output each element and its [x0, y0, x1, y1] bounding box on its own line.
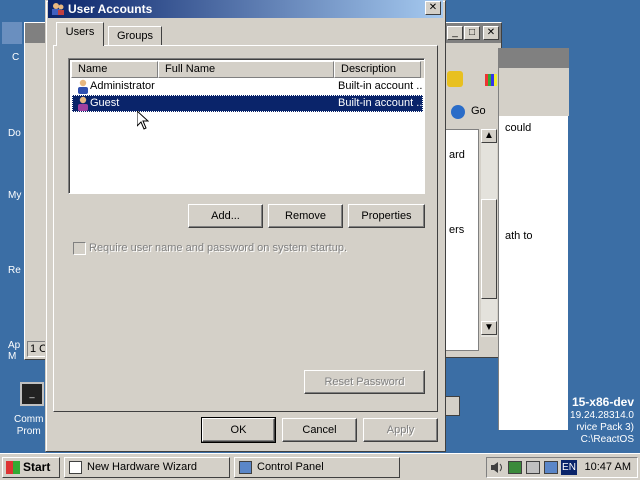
close-icon: ✕: [428, 2, 438, 13]
cell-description: Built-in account ...: [338, 80, 422, 92]
scroll-thumb[interactable]: [481, 199, 497, 299]
system-tray: EN 10:47 AM: [486, 457, 638, 478]
column-label: Full Name: [165, 63, 216, 75]
dialog-titlebar[interactable]: User Accounts ✕: [48, 0, 443, 18]
text-line: ath to: [505, 230, 533, 242]
taskbar-item-new-hardware-wizard[interactable]: New Hardware Wizard: [64, 457, 230, 478]
tab-label: Groups: [116, 30, 154, 42]
command-prompt-icon[interactable]: _: [20, 382, 44, 406]
up-folder-icon[interactable]: [447, 71, 463, 87]
column-label: Description: [341, 63, 397, 75]
cell-description: Built-in account ...: [338, 97, 422, 109]
desktop-icon-label: Comm Prom: [14, 414, 44, 437]
go-button[interactable]: Go: [449, 103, 497, 121]
scroll-down-button[interactable]: ▼: [481, 321, 497, 335]
toolbar-strip: [499, 68, 569, 116]
column-header-name[interactable]: Name: [71, 61, 158, 78]
go-arrow-icon: [451, 105, 465, 119]
background-document-window[interactable]: could ard ers ath to: [449, 48, 569, 430]
build-info-line: 19.24.28314.0: [570, 410, 634, 421]
column-label: Name: [78, 63, 108, 75]
reset-password-button[interactable]: Reset Password: [304, 370, 425, 394]
vertical-scrollbar[interactable]: ▲ ▼: [481, 129, 497, 337]
background-window-right[interactable]: _ □ ✕ Go ▲ ▼: [440, 22, 502, 358]
go-label: Go: [471, 105, 486, 117]
maximize-button[interactable]: □: [464, 26, 480, 40]
cell-name: Guest: [90, 97, 120, 109]
display-icon[interactable]: [544, 461, 558, 474]
guest-user-icon: [76, 96, 90, 111]
require-login-checkbox[interactable]: [73, 242, 86, 255]
column-header-full-name[interactable]: Full Name: [158, 61, 334, 78]
header-filler: [421, 61, 424, 78]
background-window-titlebar: [499, 48, 569, 68]
control-panel-icon: [239, 461, 252, 474]
close-button[interactable]: ✕: [425, 1, 441, 15]
tab-users[interactable]: Users: [56, 22, 104, 46]
desktop-icon-label: My: [8, 190, 22, 201]
scroll-up-button[interactable]: ▲: [481, 129, 497, 143]
cancel-button[interactable]: Cancel: [282, 418, 357, 442]
content-pane: [445, 129, 479, 351]
users-icon: [51, 2, 65, 16]
taskbar-item-label: New Hardware Wizard: [87, 461, 198, 473]
add-user-button[interactable]: Add...: [188, 204, 263, 228]
network-icon[interactable]: [508, 461, 522, 474]
properties-button[interactable]: Properties: [348, 204, 425, 228]
text-line: ers: [449, 224, 465, 236]
tab-label: Users: [65, 26, 95, 38]
tab-groups[interactable]: Groups: [108, 26, 162, 45]
mouse-cursor-icon: [136, 109, 150, 131]
apply-button[interactable]: Apply: [363, 418, 438, 442]
taskbar-item-control-panel[interactable]: Control Panel: [234, 457, 400, 478]
taskbar-item-label: Control Panel: [257, 461, 324, 473]
desktop-icon-label: C: [12, 52, 20, 63]
cell-name: Administrator: [90, 80, 155, 92]
users-list[interactable]: Name Full Name Description Administrator…: [68, 58, 425, 194]
build-info-line: C:\ReactOS: [580, 434, 634, 445]
require-login-label: Require user name and password on system…: [89, 242, 348, 254]
language-indicator[interactable]: EN: [561, 460, 577, 475]
minimize-button[interactable]: _: [447, 26, 463, 40]
start-button[interactable]: Start: [2, 457, 60, 478]
close-button[interactable]: ✕: [483, 26, 499, 40]
ok-button[interactable]: OK: [201, 417, 276, 443]
user-icon: [76, 79, 90, 94]
table-row-selected[interactable]: Guest Built-in account ...: [72, 95, 423, 112]
desktop-icon[interactable]: [2, 22, 22, 44]
build-info-line: rvice Pack 3): [576, 422, 634, 433]
text-line: ard: [449, 149, 465, 161]
clock[interactable]: 10:47 AM: [585, 460, 631, 475]
volume-icon[interactable]: [490, 461, 504, 474]
build-info-line: 15-x86-dev: [571, 395, 634, 409]
desktop-icon-label: Do: [8, 128, 21, 139]
column-header-description[interactable]: Description: [334, 61, 421, 78]
start-logo-icon: [6, 461, 20, 474]
taskbar: Start New Hardware Wizard Control Panel …: [0, 453, 640, 480]
hardware-wizard-icon: [69, 461, 82, 474]
dialog-title: User Accounts: [68, 2, 153, 16]
safely-remove-icon[interactable]: [526, 461, 540, 474]
start-label: Start: [23, 460, 51, 474]
desktop-icon-label: Re: [8, 265, 21, 276]
table-row[interactable]: Administrator Built-in account ...: [72, 78, 423, 95]
desktop-icon-label: Ap M: [8, 340, 21, 362]
color-grid-icon: [485, 74, 497, 86]
text-line: could: [505, 122, 532, 134]
document-text: could: [505, 122, 569, 134]
remove-user-button[interactable]: Remove: [268, 204, 343, 228]
